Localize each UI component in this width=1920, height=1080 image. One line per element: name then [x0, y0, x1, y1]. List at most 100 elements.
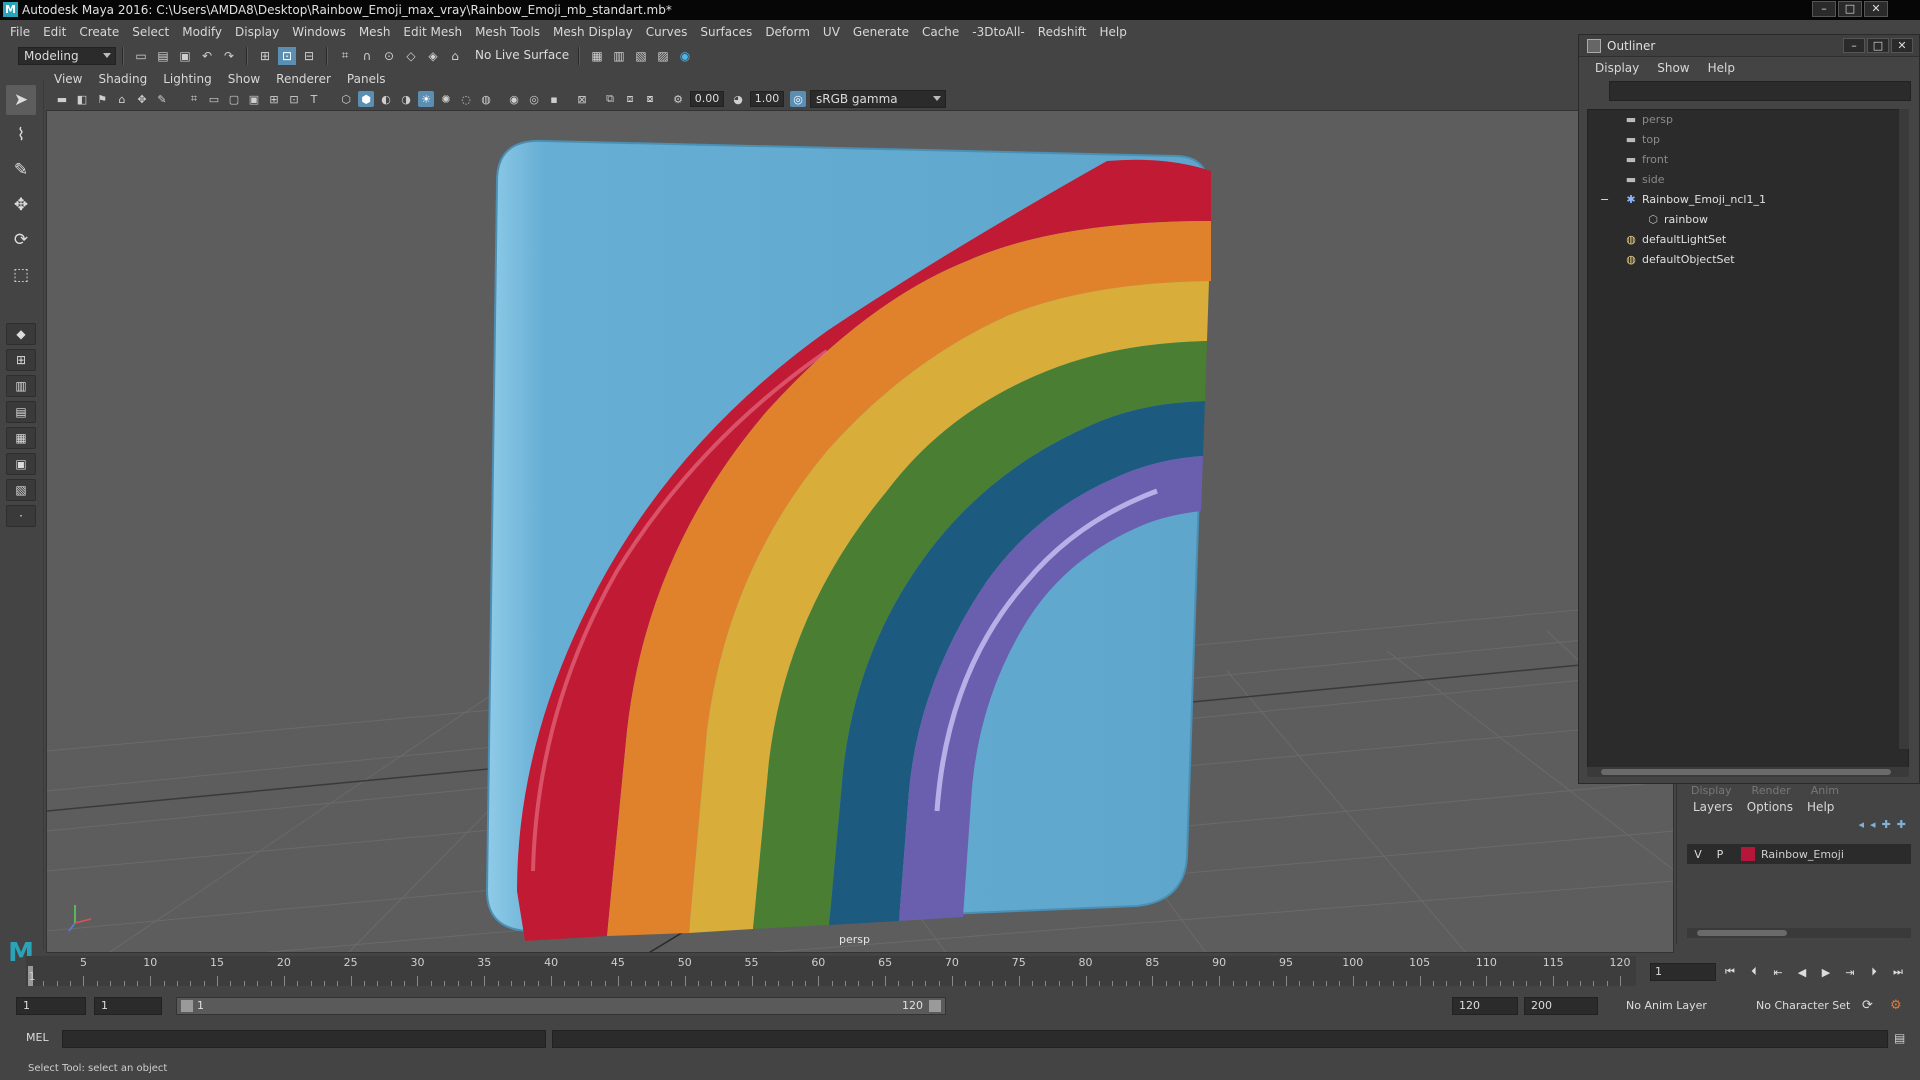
go-to-end-icon[interactable]: ⏭ [1888, 963, 1908, 981]
close-icon[interactable]: ✕ [1891, 38, 1913, 53]
script-editor-icon[interactable]: ▤ [1894, 1031, 1905, 1045]
move-layer-up-icon[interactable]: ◂ [1859, 818, 1865, 838]
snap-view-plane-icon[interactable]: ◇ [402, 47, 420, 65]
persp-graph-layout-icon[interactable]: ▤ [6, 401, 36, 423]
menu-redshift[interactable]: Redshift [1038, 25, 1087, 39]
menu-curves[interactable]: Curves [646, 25, 688, 39]
scale-tool-icon[interactable]: ⬚ [6, 260, 36, 290]
hypershade-layout-icon[interactable]: ▦ [6, 427, 36, 449]
color-management-icon[interactable]: ◎ [790, 91, 806, 107]
step-back-key-icon[interactable]: ⇤ [1768, 963, 1788, 981]
safe-title-icon[interactable]: T [306, 91, 322, 107]
isolate-select-icon[interactable]: ▪ [546, 91, 562, 107]
panel-menu-panels[interactable]: Panels [347, 72, 386, 86]
live-surface-field[interactable]: No Live Surface [470, 47, 572, 65]
grid-icon[interactable]: ⌗ [186, 91, 202, 107]
menu-file[interactable]: File [10, 25, 30, 39]
step-forward-key-icon[interactable]: ⇥ [1840, 963, 1860, 981]
select-object-icon[interactable]: ⊡ [278, 46, 296, 65]
snap-point-icon[interactable]: ⊙ [380, 47, 398, 65]
tab-display[interactable]: Display [1691, 784, 1732, 796]
menu-3dtoall[interactable]: -3DtoAll- [972, 25, 1024, 39]
layer-menu-options[interactable]: Options [1747, 800, 1793, 814]
panel-menu-view[interactable]: View [54, 72, 82, 86]
select-component-icon[interactable]: ⊟ [300, 47, 318, 65]
outliner-item[interactable]: ▬ side [1588, 170, 1908, 190]
select-tool-icon[interactable]: ➤ [6, 85, 36, 115]
menu-mesh-display[interactable]: Mesh Display [553, 25, 633, 39]
2d-pan-zoom-icon[interactable]: ✥ [134, 91, 150, 107]
menu-mesh-tools[interactable]: Mesh Tools [475, 25, 540, 39]
layer-menu-layers[interactable]: Layers [1693, 800, 1733, 814]
depth-of-field-icon[interactable]: ◎ [526, 91, 542, 107]
layer-editor-scrollbar[interactable] [1687, 928, 1911, 938]
menu-mesh[interactable]: Mesh [359, 25, 391, 39]
step-forward-frame-icon[interactable]: ⏵ [1864, 963, 1884, 981]
menu-edit-mesh[interactable]: Edit Mesh [403, 25, 462, 39]
render-view-icon[interactable]: ▨ [654, 47, 672, 65]
gamma-field[interactable]: 1.00 [750, 91, 784, 107]
ipr-render-icon[interactable]: ▧ [632, 47, 650, 65]
paint-select-tool-icon[interactable]: ✎ [6, 155, 36, 185]
use-all-lights-icon[interactable]: ☀ [418, 91, 434, 107]
persp-viewport[interactable]: persp [46, 110, 1674, 953]
outliner-item[interactable]: ▬ top [1588, 130, 1908, 150]
scrollbar-thumb[interactable] [1601, 769, 1891, 775]
color-space-dropdown[interactable]: sRGB gamma [810, 90, 946, 108]
step-back-frame-icon[interactable]: ⏴ [1744, 963, 1764, 981]
character-set-dropdown[interactable]: No Character Set [1756, 997, 1850, 1015]
menu-generate[interactable]: Generate [853, 25, 909, 39]
outliner-item[interactable]: ◍ defaultLightSet [1588, 230, 1908, 250]
gate-mask-icon[interactable]: ▣ [246, 91, 262, 107]
close-icon[interactable]: ✕ [1864, 1, 1888, 17]
minimize-icon[interactable]: – [1843, 38, 1865, 53]
save-scene-icon[interactable]: ▣ [176, 47, 194, 65]
grease-pencil-icon[interactable]: ✎ [154, 91, 170, 107]
render-frame-icon[interactable]: ▥ [610, 47, 628, 65]
menu-select[interactable]: Select [132, 25, 169, 39]
ambient-occlusion-icon[interactable]: ◌ [458, 91, 474, 107]
menu-edit[interactable]: Edit [43, 25, 66, 39]
layer-color-swatch[interactable] [1741, 847, 1755, 861]
backface-culling-icon[interactable]: ⧇ [642, 91, 658, 107]
menu-help[interactable]: Help [1099, 25, 1126, 39]
outliner-menu-display[interactable]: Display [1595, 61, 1639, 75]
exposure-field[interactable]: 0.00 [690, 91, 724, 107]
layer-row[interactable]: V P Rainbow_Emoji [1687, 844, 1911, 864]
animation-preferences-icon[interactable]: ⚙ [1890, 997, 1902, 1015]
outliner-vertical-scrollbar[interactable] [1899, 109, 1909, 749]
minimize-icon[interactable]: – [1812, 1, 1836, 17]
tab-anim[interactable]: Anim [1811, 784, 1839, 796]
outliner-layout-icon[interactable]: ▧ [6, 479, 36, 501]
tab-render[interactable]: Render [1752, 784, 1791, 796]
outliner-item[interactable]: − ✱ Rainbow_Emoji_ncl1_1 [1588, 190, 1908, 210]
undo-icon[interactable]: ↶ [198, 47, 216, 65]
menu-surfaces[interactable]: Surfaces [700, 25, 752, 39]
four-view-layout-icon[interactable]: ⊞ [6, 349, 36, 371]
outliner-horizontal-scrollbar[interactable] [1587, 767, 1909, 777]
exposure-icon[interactable]: ⚙ [670, 91, 686, 107]
script-language-label[interactable]: MEL [26, 1031, 49, 1044]
panel-menu-show[interactable]: Show [228, 72, 260, 86]
image-plane-icon[interactable]: ⌂ [114, 91, 130, 107]
outliner-search-input[interactable] [1609, 81, 1911, 101]
anim-layer-dropdown[interactable]: No Anim Layer [1626, 997, 1707, 1015]
persp-outliner-layout-icon[interactable]: ▥ [6, 375, 36, 397]
persp-uv-layout-icon[interactable]: ▣ [6, 453, 36, 475]
panel-menu-lighting[interactable]: Lighting [163, 72, 212, 86]
outliner-item[interactable]: ▬ persp [1588, 110, 1908, 130]
collapse-icon[interactable]: − [1600, 190, 1609, 210]
select-hierarchy-icon[interactable]: ⊞ [256, 47, 274, 65]
shadows-icon[interactable]: ✺ [438, 91, 454, 107]
panel-menu-shading[interactable]: Shading [98, 72, 147, 86]
menu-create[interactable]: Create [79, 25, 119, 39]
snap-live-icon[interactable]: ⌂ [446, 47, 464, 65]
render-settings-icon[interactable]: ▦ [588, 47, 606, 65]
motion-blur-icon[interactable]: ◍ [478, 91, 494, 107]
bookmark-icon[interactable]: ⚑ [94, 91, 110, 107]
panel-menu-renderer[interactable]: Renderer [276, 72, 331, 86]
anti-alias-icon[interactable]: ◉ [506, 91, 522, 107]
textured-icon[interactable]: ◑ [398, 91, 414, 107]
menu-uv[interactable]: UV [823, 25, 840, 39]
playback-start-field[interactable]: 1 [94, 997, 162, 1015]
